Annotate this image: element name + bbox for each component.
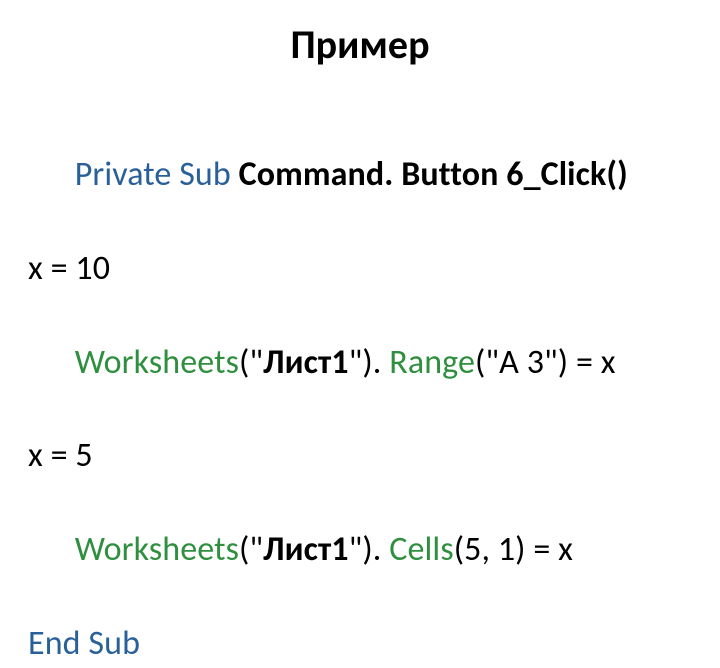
space (231, 154, 239, 195)
sheet-name: Лист1 (263, 342, 349, 383)
sub-name: Command. Button 6_Click() (239, 154, 628, 195)
code-line-5: Worksheets("Лист1"). Cells(5, 1) = x (28, 480, 692, 621)
cells-args: (5, 1) = x (454, 529, 573, 570)
keyword-cells: Cells (389, 529, 453, 570)
keyword-range: Range (389, 342, 475, 383)
paren-close: "). (349, 342, 390, 383)
code-line-3: Worksheets("Лист1"). Range("A 3") = x (28, 293, 692, 434)
sheet-name: Лист1 (263, 529, 349, 570)
code-line-4: x = 5 (28, 433, 692, 480)
code-line-1: Private Sub Command. Button 6_Click() (28, 105, 692, 246)
code-line-2: x = 10 (28, 246, 692, 293)
paren-close: "). (349, 529, 390, 570)
code-block: Private Sub Command. Button 6_Click() x … (28, 105, 692, 668)
keyword-worksheets: Worksheets (75, 529, 239, 570)
paren-open: (" (239, 342, 263, 383)
keyword-private-sub: Private Sub (75, 154, 231, 195)
slide-title: Пример (28, 20, 692, 69)
range-args: ("A 3") = x (475, 342, 616, 383)
keyword-worksheets: Worksheets (75, 342, 239, 383)
code-line-6: End Sub (28, 621, 692, 668)
slide: Пример Private Sub Command. Button 6_Cli… (0, 0, 720, 668)
paren-open: (" (239, 529, 263, 570)
